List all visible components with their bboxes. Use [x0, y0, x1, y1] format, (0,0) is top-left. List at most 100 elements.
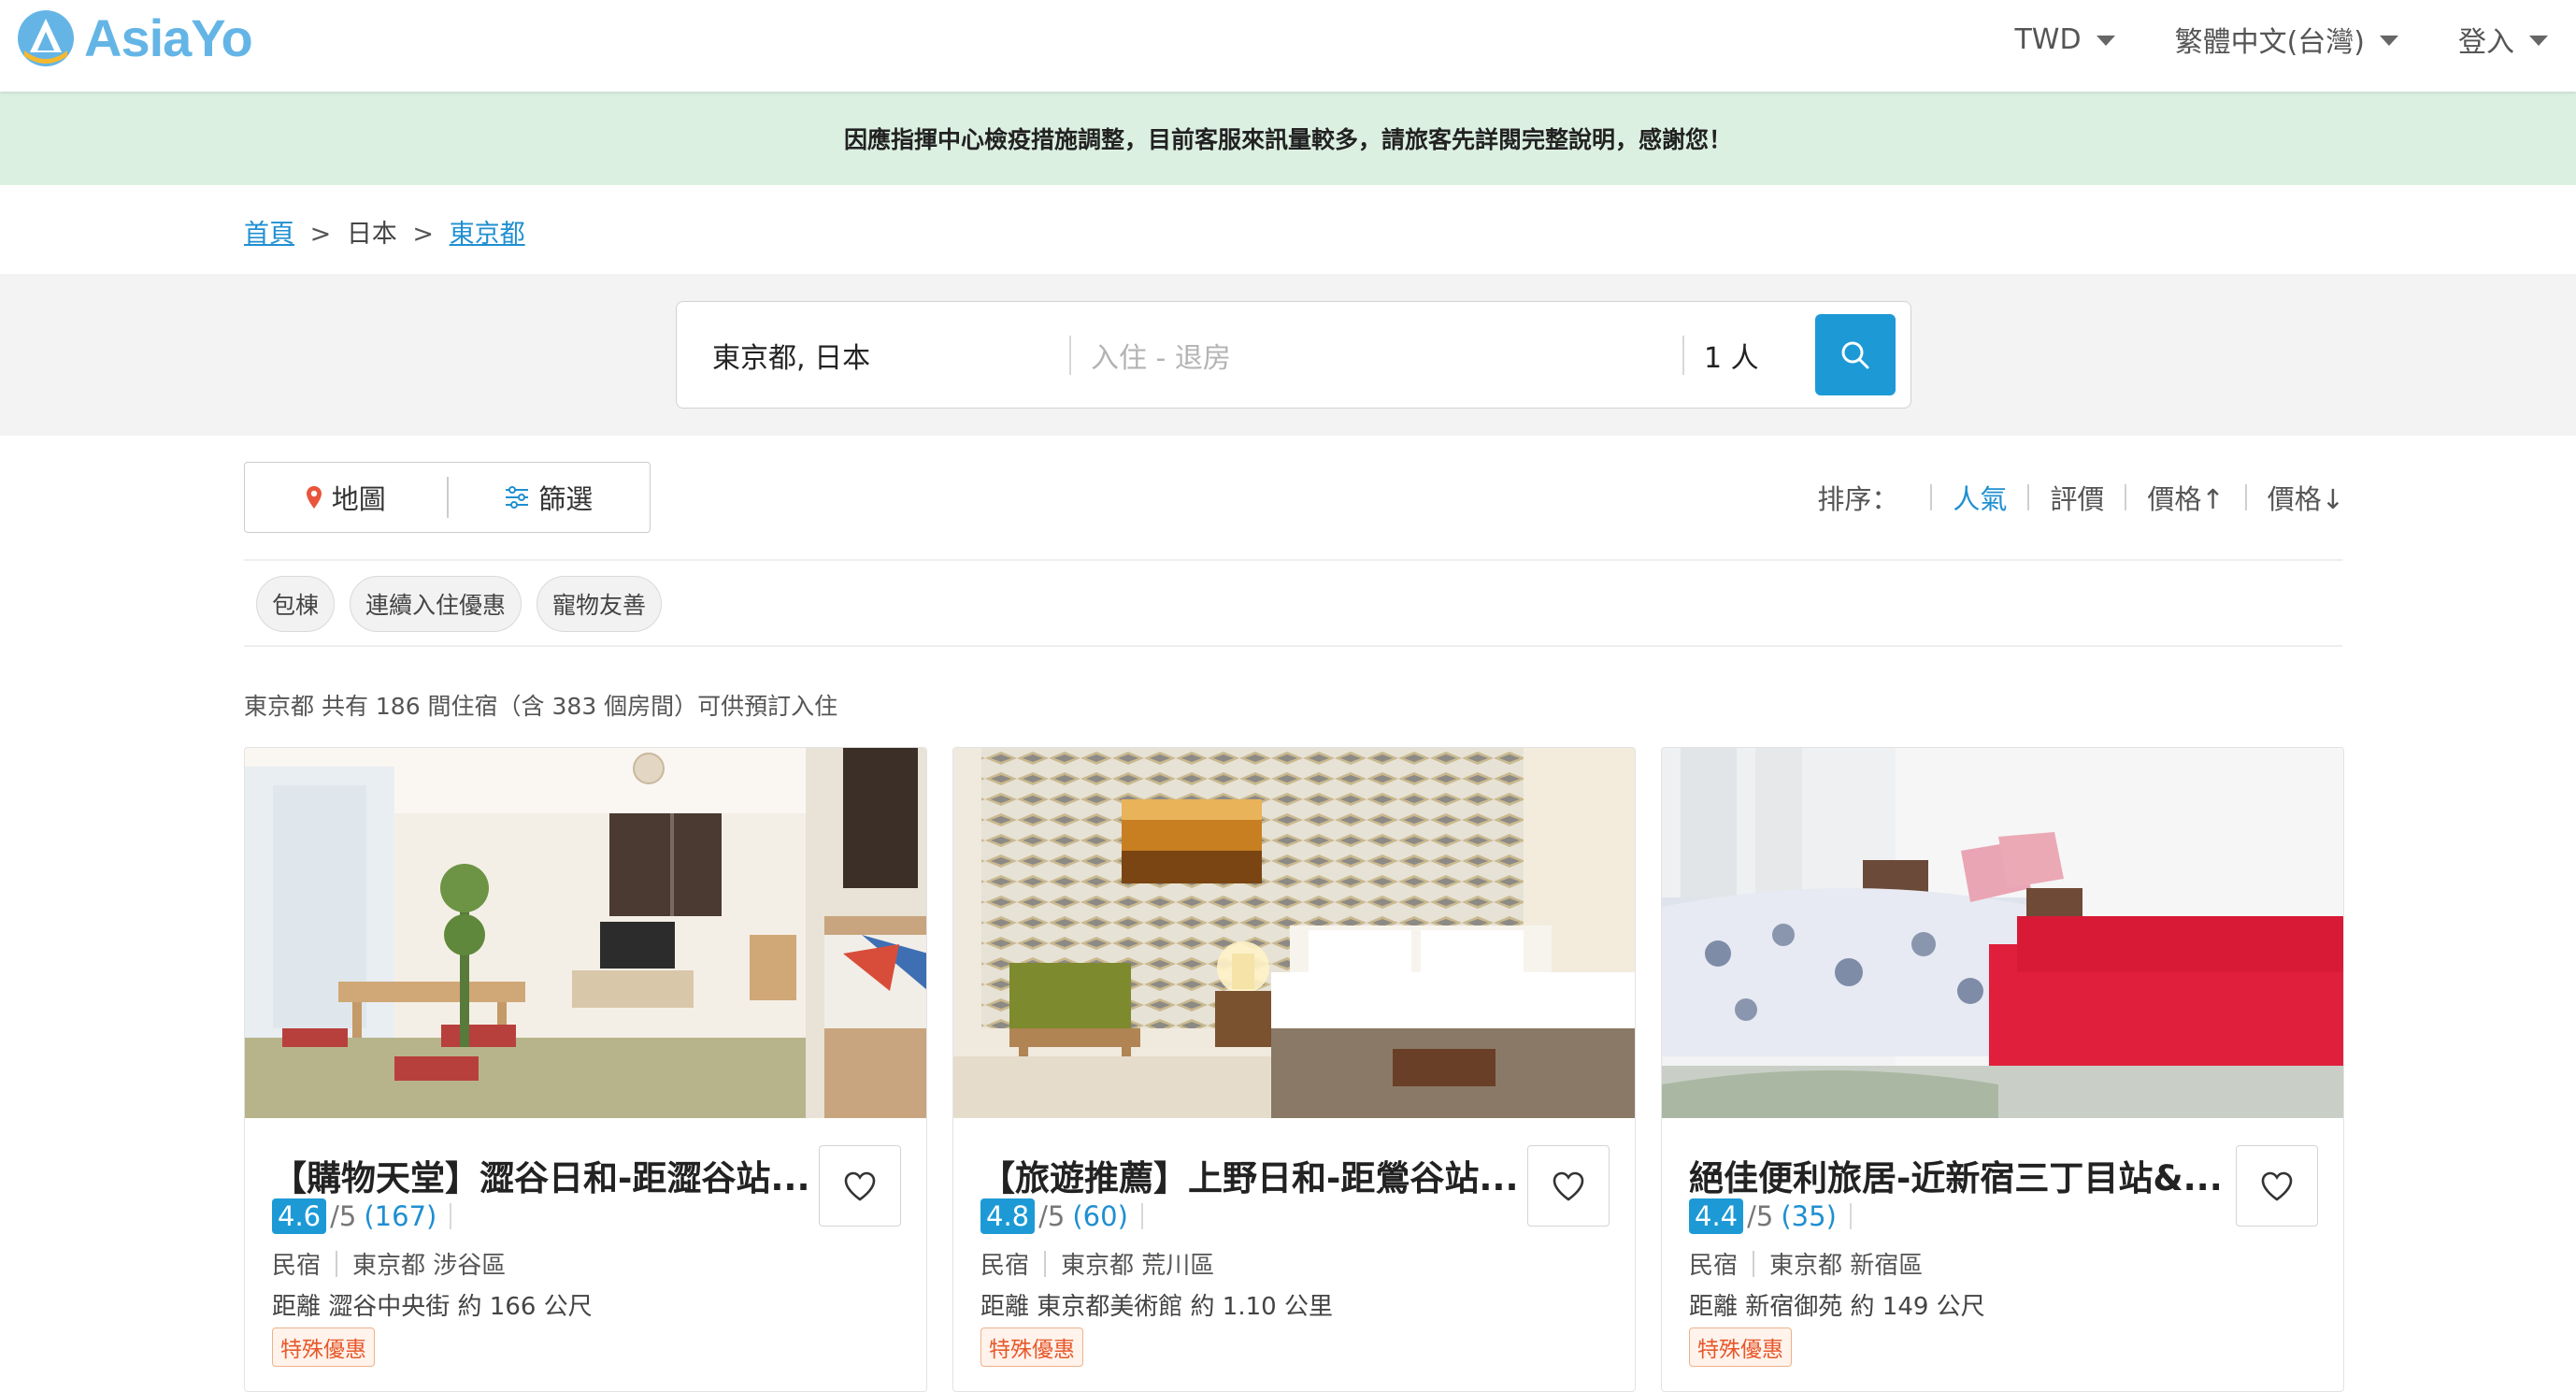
- breadcrumb-city-link[interactable]: 東京都: [450, 220, 525, 249]
- map-pin-icon: [306, 486, 322, 509]
- language-label: 繁體中文(台灣): [2174, 26, 2365, 59]
- listing-card[interactable]: 【購物天堂】澀谷日和-距澀谷站... 4.6 /5 (167) 民宿 東京都 涉…: [244, 747, 927, 1392]
- listing-meta: 民宿 東京都 新宿區: [1689, 1246, 1923, 1281]
- listing-distance: 距離 東京都美術館 約 1.10 公里: [980, 1293, 1333, 1321]
- listing-location: 東京都 荒川區: [1061, 1252, 1215, 1280]
- listing-location: 東京都 新宿區: [1769, 1252, 1924, 1280]
- chip-long-stay-discount[interactable]: 連續入住優惠: [350, 576, 522, 632]
- rating-row: 4.4 /5 (35): [1689, 1198, 1852, 1234]
- sliders-icon: [506, 486, 529, 509]
- divider: [1682, 336, 1684, 375]
- divider: [1140, 1203, 1143, 1229]
- notice-banner[interactable]: 因應指揮中心檢疫措施調整，目前客服來訊量較多，請旅客先詳閱完整說明，感謝您！: [0, 92, 2576, 185]
- currency-selector[interactable]: TWD: [2014, 22, 2115, 56]
- promo-badge: 特殊優惠: [1689, 1327, 1792, 1367]
- rating-badge: 4.6: [272, 1198, 327, 1234]
- heart-icon: [1553, 1171, 1584, 1201]
- rating-badge: 4.8: [980, 1198, 1036, 1234]
- login-label: 登入: [2458, 26, 2514, 59]
- breadcrumb-separator: >: [309, 220, 332, 249]
- guests-field[interactable]: 1 人: [1704, 302, 1759, 408]
- map-label: 地圖: [331, 483, 386, 515]
- search-button[interactable]: [1815, 314, 1896, 395]
- language-selector[interactable]: 繁體中文(台灣): [2175, 19, 2398, 60]
- promo-badge: 特殊優惠: [272, 1327, 375, 1367]
- divider: [336, 1250, 338, 1277]
- filter-button[interactable]: 篩選: [449, 463, 651, 532]
- divider: [1930, 484, 1933, 510]
- listing-meta: 民宿 東京都 荒川區: [980, 1246, 1214, 1281]
- sort-rating[interactable]: 評價: [2050, 478, 2104, 517]
- rating-max: /5: [1038, 1200, 1066, 1232]
- review-count[interactable]: (60): [1072, 1200, 1128, 1232]
- divider: [1044, 1250, 1047, 1277]
- listing-distance: 距離 澀谷中央街 約 166 公尺: [272, 1293, 593, 1321]
- chip-whole-house[interactable]: 包棟: [256, 576, 336, 632]
- chip-pet-friendly[interactable]: 寵物友善: [537, 576, 663, 632]
- sort-bar: 排序： 人氣 評價 價格↑ 價格↓: [1817, 462, 2344, 533]
- chevron-down-icon: [2380, 35, 2398, 46]
- listing-card[interactable]: 【旅遊推薦】上野日和-距鶯谷站... 4.8 /5 (60) 民宿 東京都 荒川…: [952, 747, 1636, 1392]
- breadcrumb-country: 日本: [346, 220, 397, 249]
- listing-photo[interactable]: [953, 748, 1635, 1118]
- listing-meta: 民宿 東京都 涉谷區: [272, 1246, 506, 1281]
- favorite-button[interactable]: [1527, 1145, 1610, 1227]
- breadcrumb-separator: >: [412, 220, 435, 249]
- sort-popularity[interactable]: 人氣: [1953, 478, 2007, 517]
- sort-price-desc[interactable]: 價格↓: [2268, 478, 2344, 517]
- listing-title[interactable]: 【購物天堂】澀谷日和-距澀谷站...: [272, 1150, 814, 1200]
- search-bar: 東京都, 日本 入住 - 退房 1 人: [676, 301, 1911, 409]
- divider: [1753, 1250, 1755, 1277]
- currency-label: TWD: [2014, 22, 2082, 56]
- rating-row: 4.6 /5 (167): [272, 1198, 452, 1234]
- heart-icon: [844, 1171, 876, 1201]
- notice-text: 因應指揮中心檢疫措施調整，目前客服來訊量較多，請旅客先詳閱完整說明，感謝您！: [843, 126, 1732, 153]
- listing-location: 東京都 涉谷區: [352, 1252, 507, 1280]
- property-type: 民宿: [272, 1252, 322, 1280]
- map-filter-group: 地圖 篩選: [244, 462, 651, 533]
- top-header: AsiaYo TWD 繁體中文(台灣) 登入: [0, 0, 2576, 92]
- listing-card[interactable]: 絕佳便利旅居-近新宿三丁目站&... 4.4 /5 (35) 民宿 東京都 新宿…: [1661, 747, 2344, 1392]
- date-range-field[interactable]: 入住 - 退房: [1091, 302, 1231, 408]
- logo-mark-icon: [18, 9, 74, 66]
- listing-photo[interactable]: [1662, 748, 2343, 1118]
- divider: [450, 1203, 452, 1229]
- listing-photo-image: [953, 748, 1635, 1118]
- quick-filters: 包棟 連續入住優惠 寵物友善: [256, 576, 677, 632]
- divider: [1069, 336, 1071, 375]
- divider: [2125, 484, 2127, 510]
- divider: [1849, 1203, 1852, 1229]
- divider: [244, 645, 2342, 647]
- listing-photo[interactable]: [245, 748, 926, 1118]
- header-nav: TWD 繁體中文(台灣) 登入: [1954, 0, 2548, 79]
- listing-photo-image: [1662, 748, 2343, 1118]
- rating-max: /5: [330, 1200, 357, 1232]
- listing-title[interactable]: 【旅遊推薦】上野日和-距鶯谷站...: [980, 1150, 1523, 1200]
- chevron-down-icon: [2529, 35, 2548, 46]
- breadcrumb-home-link[interactable]: 首頁: [244, 220, 294, 249]
- review-count[interactable]: (35): [1781, 1200, 1837, 1232]
- asiayo-logo[interactable]: AsiaYo: [17, 7, 253, 68]
- listing-photo-image: [245, 748, 926, 1118]
- listing-title[interactable]: 絕佳便利旅居-近新宿三丁目站&...: [1689, 1150, 2231, 1200]
- sort-label: 排序：: [1817, 483, 1899, 515]
- rating-badge: 4.4: [1689, 1198, 1744, 1234]
- divider: [2244, 484, 2247, 510]
- rating-row: 4.8 /5 (60): [980, 1198, 1143, 1234]
- rating-max: /5: [1747, 1200, 1774, 1232]
- destination-field[interactable]: 東京都, 日本: [712, 302, 870, 408]
- map-button[interactable]: 地圖: [245, 463, 447, 532]
- favorite-button[interactable]: [2236, 1145, 2318, 1227]
- sort-price-asc[interactable]: 價格↑: [2147, 478, 2224, 517]
- logo-text: AsiaYo: [84, 8, 253, 67]
- divider: [2027, 484, 2030, 510]
- filter-label: 篩選: [538, 483, 594, 515]
- review-count[interactable]: (167): [364, 1200, 436, 1232]
- favorite-button[interactable]: [819, 1145, 901, 1227]
- login-menu[interactable]: 登入: [2458, 19, 2548, 60]
- promo-badge: 特殊優惠: [980, 1327, 1083, 1367]
- search-icon: [1841, 341, 1869, 368]
- result-count: 東京都 共有 186 間住宿（含 383 個房間）可供預訂入住: [244, 693, 838, 720]
- heart-icon: [2261, 1171, 2293, 1201]
- breadcrumb: 首頁 > 日本 > 東京都: [244, 213, 525, 250]
